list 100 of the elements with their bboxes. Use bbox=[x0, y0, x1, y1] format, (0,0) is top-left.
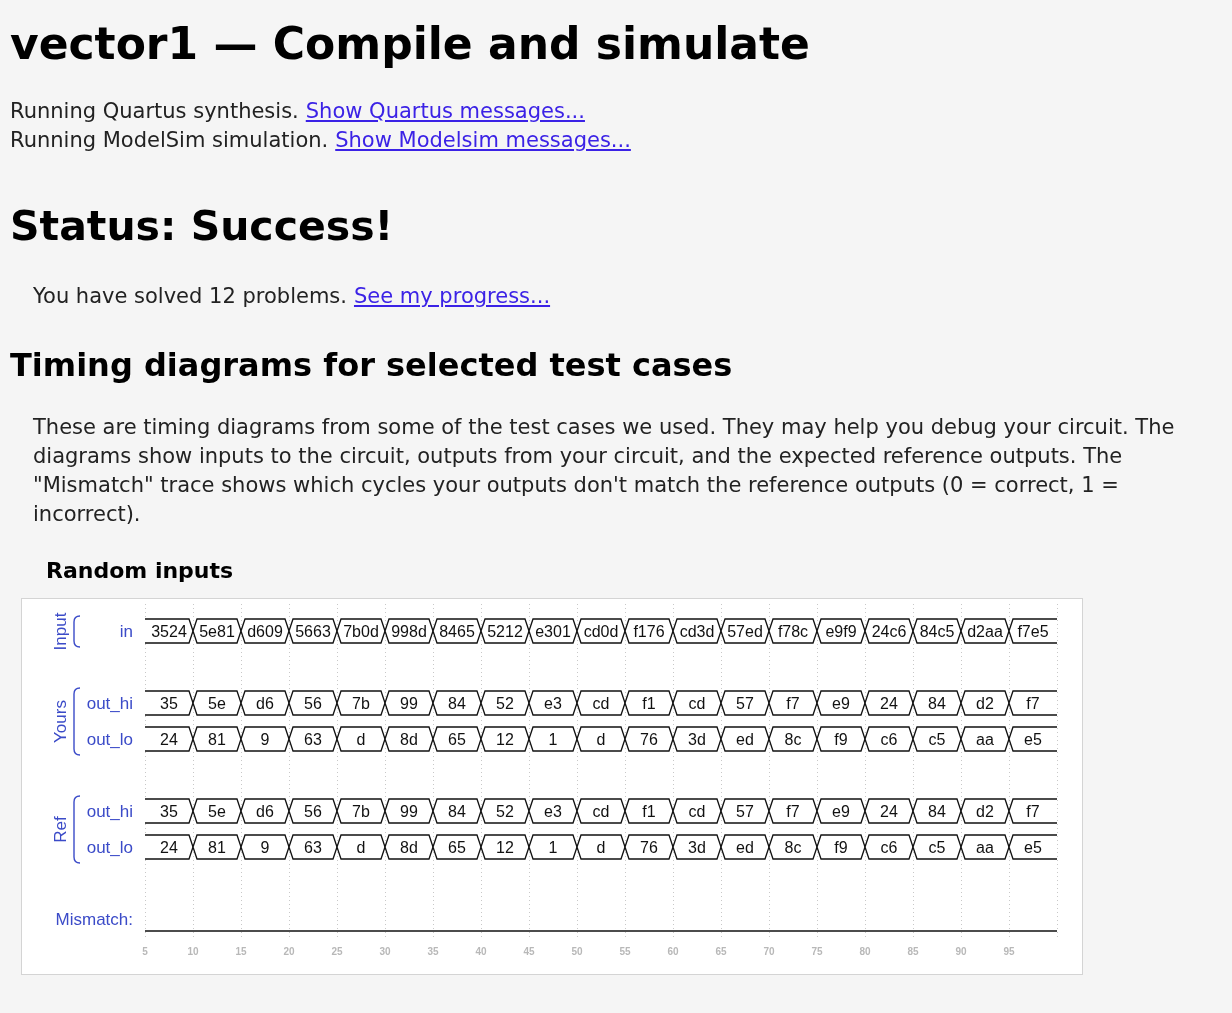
bus-value: 5212 bbox=[480, 618, 530, 644]
time-tick-label: 45 bbox=[523, 946, 535, 957]
time-tick-label: 65 bbox=[715, 946, 727, 957]
bus-value: e5 bbox=[1008, 726, 1058, 752]
bus-value: f7e5 bbox=[1008, 618, 1058, 644]
bus-value: f7 bbox=[768, 690, 818, 716]
bus-value: d609 bbox=[240, 618, 290, 644]
bus-value: 84 bbox=[432, 798, 482, 824]
bus-value: 5e bbox=[192, 798, 242, 824]
bus-value: 84 bbox=[912, 690, 962, 716]
bus-value: cd bbox=[672, 690, 722, 716]
bus-value: 81 bbox=[192, 834, 242, 860]
bus-value: 56 bbox=[288, 690, 338, 716]
bus-value: 76 bbox=[624, 726, 674, 752]
bus-value: 76 bbox=[624, 834, 674, 860]
time-tick-label: 55 bbox=[619, 946, 631, 957]
bus-value: 56 bbox=[288, 798, 338, 824]
bus-value: 3d bbox=[672, 726, 722, 752]
bus-value: 8465 bbox=[432, 618, 482, 644]
bus-value: 1 bbox=[528, 834, 578, 860]
bus-value: 12 bbox=[480, 834, 530, 860]
bus-value: cd bbox=[672, 798, 722, 824]
bus-value: 12 bbox=[480, 726, 530, 752]
bus-value: f7 bbox=[1008, 798, 1058, 824]
bus-value: ed bbox=[720, 834, 770, 860]
bus-value: aa bbox=[960, 726, 1010, 752]
bus-value: 1 bbox=[528, 726, 578, 752]
bus-value: 3d bbox=[672, 834, 722, 860]
section-heading: Timing diagrams for selected test cases bbox=[10, 345, 734, 385]
bus-value: e9 bbox=[816, 690, 866, 716]
time-tick-label: 20 bbox=[283, 946, 295, 957]
bus-value: d2aa bbox=[960, 618, 1010, 644]
time-tick-label: 10 bbox=[187, 946, 199, 957]
group-label: Yours bbox=[51, 700, 70, 743]
bus-value: 57ed bbox=[720, 618, 770, 644]
bus-value: f7 bbox=[1008, 690, 1058, 716]
bus-value: d bbox=[576, 726, 626, 752]
bus-value: f7 bbox=[768, 798, 818, 824]
bus-value: f1 bbox=[624, 798, 674, 824]
bus-value: cd3d bbox=[672, 618, 722, 644]
bus-value: c6 bbox=[864, 726, 914, 752]
bus-value: 7b0d bbox=[336, 618, 386, 644]
bus-value: f9 bbox=[816, 726, 866, 752]
bus-value: 8c bbox=[768, 834, 818, 860]
progress-link[interactable]: See my progress... bbox=[353, 284, 551, 308]
bracket-icon bbox=[73, 687, 81, 756]
group-label: Input bbox=[51, 612, 70, 651]
bus-value: e9f9 bbox=[816, 618, 866, 644]
bus-value: cd0d bbox=[576, 618, 626, 644]
time-tick-label: 70 bbox=[763, 946, 775, 957]
bus-value: e3 bbox=[528, 690, 578, 716]
time-tick-label: 90 bbox=[955, 946, 967, 957]
group-label: Ref bbox=[51, 816, 70, 843]
bus-value: 57 bbox=[720, 690, 770, 716]
bus-value: 24 bbox=[864, 798, 914, 824]
bus-value: 35 bbox=[144, 690, 194, 716]
bus-value: 24 bbox=[864, 690, 914, 716]
bus-value: 63 bbox=[288, 834, 338, 860]
bus-value: 65 bbox=[432, 834, 482, 860]
time-tick-label: 50 bbox=[571, 946, 583, 957]
messages-link[interactable]: Show Quartus messages... bbox=[305, 99, 585, 123]
time-tick-label: 40 bbox=[475, 946, 487, 957]
time-tick-label: 85 bbox=[907, 946, 919, 957]
bus-value: 99 bbox=[384, 690, 434, 716]
bus-value: 63 bbox=[288, 726, 338, 752]
bus-value: 8c bbox=[768, 726, 818, 752]
solved-count-text: You have solved 12 problems. bbox=[33, 284, 347, 308]
bus-value: e9 bbox=[816, 798, 866, 824]
bus-value: 5e81 bbox=[192, 618, 242, 644]
bus-value: 84 bbox=[432, 690, 482, 716]
bus-value: c6 bbox=[864, 834, 914, 860]
bus-value: 9 bbox=[240, 726, 290, 752]
bus-value: 99 bbox=[384, 798, 434, 824]
time-tick-label: 5 bbox=[142, 946, 148, 957]
bus-value: 8d bbox=[384, 726, 434, 752]
messages-link[interactable]: Show Modelsim messages... bbox=[335, 128, 631, 152]
page-title: vector1 — Compile and simulate bbox=[10, 18, 811, 70]
bus-value: 998d bbox=[384, 618, 434, 644]
bus-value: ed bbox=[720, 726, 770, 752]
bus-value: 24 bbox=[144, 834, 194, 860]
bus-value: 5663 bbox=[288, 618, 338, 644]
bus-value: 84c5 bbox=[912, 618, 962, 644]
bus-value: 81 bbox=[192, 726, 242, 752]
time-tick-label: 75 bbox=[811, 946, 823, 957]
bus-value: 52 bbox=[480, 690, 530, 716]
bus-value: e5 bbox=[1008, 834, 1058, 860]
time-tick-label: 60 bbox=[667, 946, 679, 957]
mismatch-label: Mismatch: bbox=[55, 910, 133, 929]
bus-value: 24c6 bbox=[864, 618, 914, 644]
bus-value: d2 bbox=[960, 798, 1010, 824]
time-tick-label: 30 bbox=[379, 946, 391, 957]
bus-value: d6 bbox=[240, 798, 290, 824]
bracket-icon bbox=[73, 795, 81, 864]
bus-value: e3 bbox=[528, 798, 578, 824]
bus-value: d bbox=[576, 834, 626, 860]
signal-name: out_hi bbox=[86, 802, 133, 821]
bus-value: c5 bbox=[912, 834, 962, 860]
bus-value: 3524 bbox=[144, 618, 194, 644]
signal-name: out_hi bbox=[86, 694, 133, 713]
log-text: Running Quartus synthesis. bbox=[10, 99, 299, 123]
